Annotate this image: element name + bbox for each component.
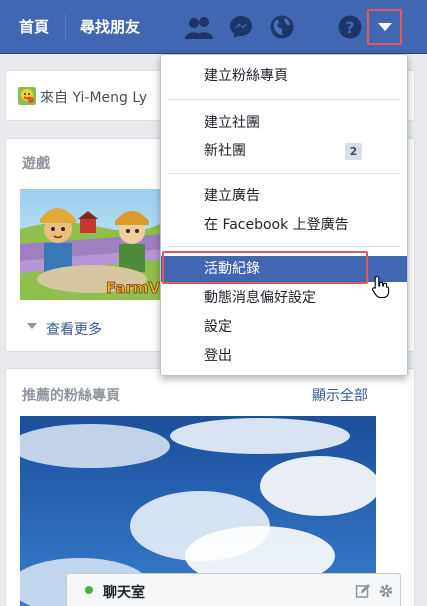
nav-divider (65, 14, 66, 40)
online-status-icon (85, 586, 93, 594)
menu-item-create-page[interactable]: 建立粉絲專頁 (161, 63, 407, 89)
menu-item-log-out[interactable]: 登出 (161, 343, 407, 369)
help-icon[interactable]: ? (337, 14, 363, 40)
suggested-pages-title: 推薦的粉絲專頁 (22, 388, 120, 404)
menu-divider (168, 173, 400, 174)
home-link[interactable]: 首頁 (19, 17, 49, 37)
menu-divider (168, 99, 400, 100)
menu-item-label: 登出 (204, 348, 232, 364)
chat-label: 聊天室 (103, 585, 145, 601)
messenger-icon[interactable] (229, 15, 253, 39)
chat-sidebar-bar[interactable]: 聊天室 (66, 573, 401, 606)
menu-item-create-group[interactable]: 建立社團 (161, 110, 407, 136)
menu-divider (168, 246, 400, 247)
menu-item-advertise-on-facebook[interactable]: 在 Facebook 上登廣告 (161, 212, 407, 238)
games-section-title: 遊戲 (22, 156, 50, 172)
menu-item-label: 設定 (204, 319, 232, 335)
notifications-globe-icon[interactable] (269, 14, 295, 40)
show-all-link[interactable]: 顯示全部 (312, 385, 368, 405)
account-menu-button[interactable] (367, 9, 402, 45)
menu-item-new-groups[interactable]: 新社團 2 (161, 138, 407, 164)
see-more-link[interactable]: 查看更多 (46, 319, 102, 339)
chat-settings-gear-icon[interactable] (378, 583, 394, 599)
status-source-text: 來自 Yi-Meng Ly (40, 90, 148, 106)
menu-item-label: 建立廣告 (204, 188, 260, 204)
hand-cursor-icon (372, 275, 390, 299)
account-dropdown-menu: 建立粉絲專頁 建立社團 新社團 2 建立廣告 在 Facebook 上登廣告 活… (160, 54, 408, 376)
farmville-game-image[interactable]: FarmVi (20, 189, 165, 300)
friend-requests-icon[interactable] (184, 15, 214, 39)
farmville-logo-text: FarmVi (106, 279, 165, 297)
menu-item-create-ad[interactable]: 建立廣告 (161, 183, 407, 209)
account-menu-caret-icon (378, 23, 392, 31)
menu-item-label: 動態消息偏好設定 (204, 290, 316, 306)
menu-item-label: 建立社團 (204, 115, 260, 131)
menu-item-settings[interactable]: 設定 (161, 314, 407, 340)
suggested-pages-card: 推薦的粉絲專頁 顯示全部 (5, 368, 415, 606)
menu-item-label: 建立粉絲專頁 (204, 68, 288, 84)
activity-log-highlight-outline (162, 251, 368, 284)
menu-item-label: 新社團 (204, 143, 246, 159)
svg-text:?: ? (345, 18, 354, 37)
compose-message-icon[interactable] (355, 583, 371, 599)
see-more-chevron-icon (27, 323, 37, 329)
profile-avatar-icon (18, 87, 36, 105)
find-friends-link[interactable]: 尋找朋友 (80, 17, 140, 37)
top-navigation-bar: 首頁 尋找朋友 ? (0, 0, 427, 54)
menu-item-label: 在 Facebook 上登廣告 (204, 217, 349, 233)
new-groups-count-badge: 2 (345, 143, 362, 160)
